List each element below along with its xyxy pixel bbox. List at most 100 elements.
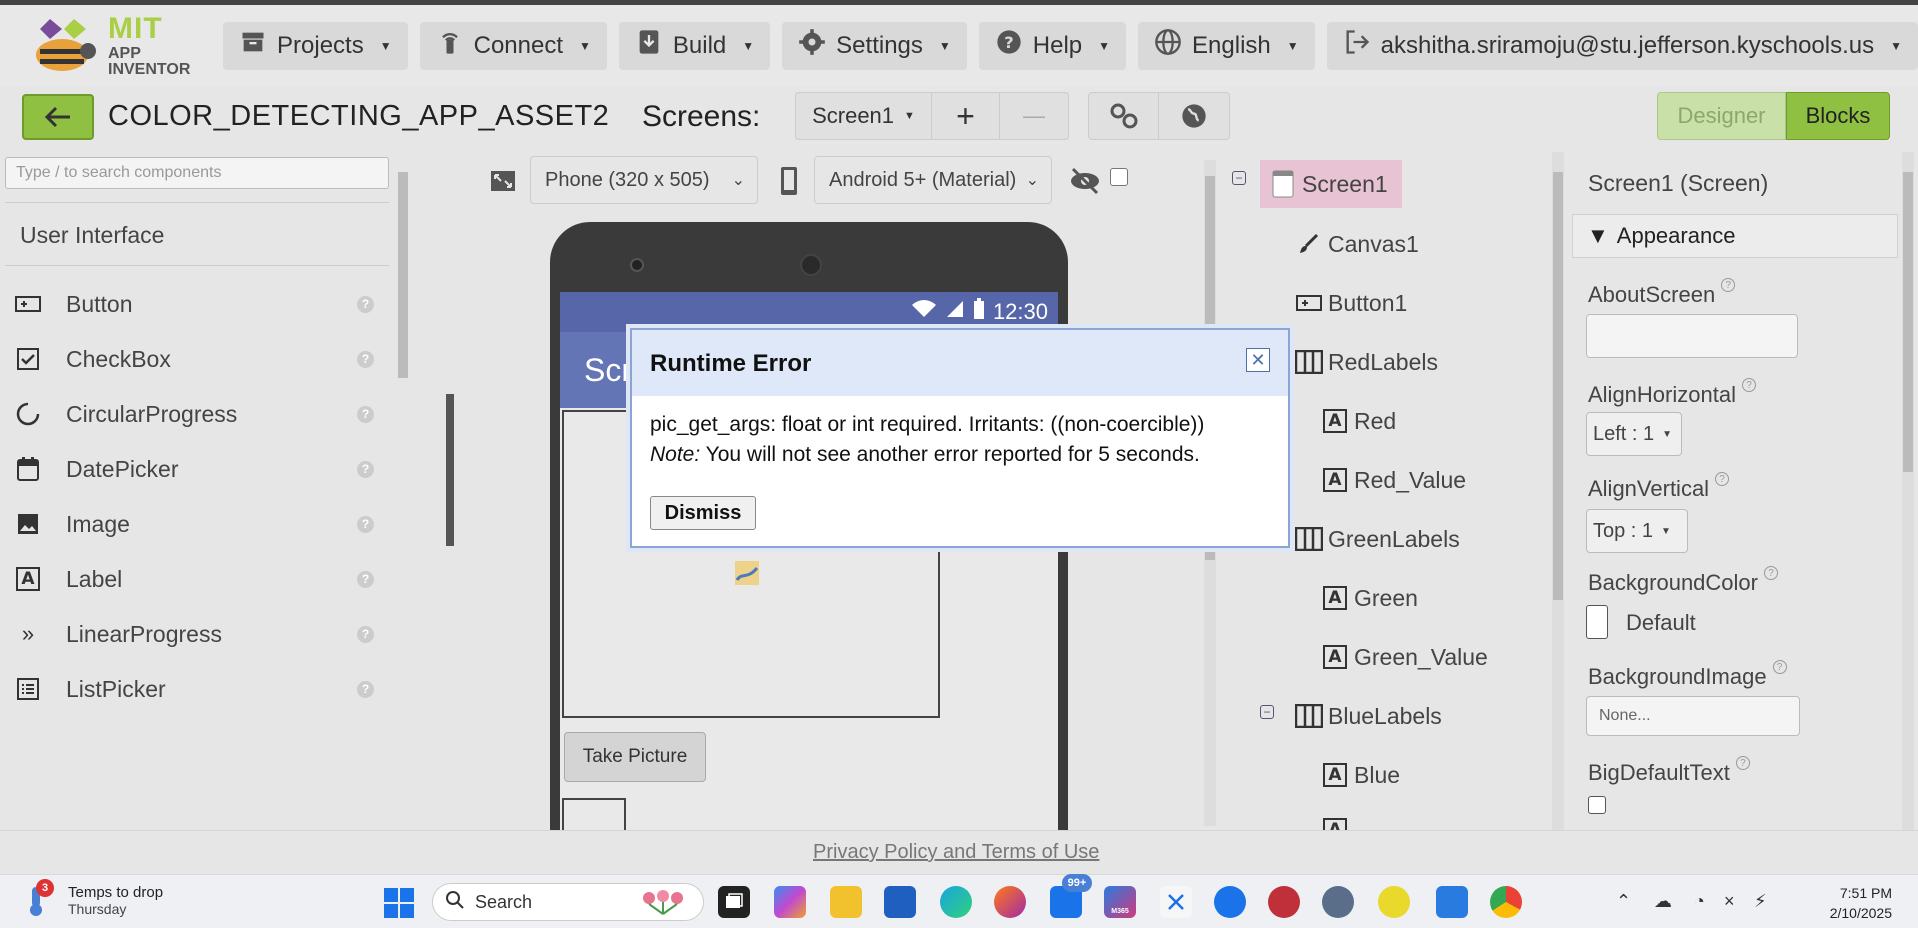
- help-icon[interactable]: ?: [1721, 278, 1736, 292]
- help-icon[interactable]: ?: [357, 625, 374, 643]
- resize-icon[interactable]: [490, 170, 516, 197]
- tree-node-bluelabels[interactable]: BlueLabels: [1294, 696, 1442, 736]
- help-icon[interactable]: ?: [1715, 472, 1730, 486]
- help-icon[interactable]: ?: [357, 515, 374, 533]
- add-screen-button[interactable]: +: [932, 93, 1000, 139]
- help-icon[interactable]: ?: [357, 350, 374, 368]
- screen-dropdown[interactable]: Screen1 ▼: [796, 93, 932, 139]
- eye-slash-icon[interactable]: [1068, 166, 1102, 201]
- projects-menu[interactable]: Projects ▼: [223, 21, 408, 70]
- palette-category-user-interface[interactable]: User Interface: [20, 222, 164, 249]
- tree-node-red-value[interactable]: A Red_Value: [1320, 460, 1466, 500]
- back-button[interactable]: [22, 94, 94, 140]
- preview-button[interactable]: [1159, 93, 1229, 139]
- palette-item-datepicker[interactable]: DatePicker ?: [12, 447, 384, 491]
- build-menu[interactable]: Build ▼: [618, 21, 771, 70]
- privacy-policy-link[interactable]: Privacy Policy and Terms of Use: [813, 841, 1099, 864]
- component-search-input[interactable]: Type / to search components: [5, 157, 389, 189]
- settings-menu[interactable]: Settings ▼: [782, 21, 967, 70]
- collapse-icon[interactable]: −: [1232, 171, 1246, 185]
- chevron-up-icon[interactable]: ⌃: [1616, 891, 1631, 912]
- appearance-section-header[interactable]: ▼ Appearance: [1572, 214, 1898, 258]
- tree-node-label: RedLabels: [1328, 348, 1438, 375]
- tree-node-green[interactable]: A Green: [1320, 578, 1418, 618]
- device-size-dropdown[interactable]: Phone (320 x 505) ⌄: [530, 156, 758, 204]
- background-color-swatch[interactable]: [1586, 605, 1608, 639]
- onedrive-icon[interactable]: ☁: [1654, 891, 1672, 912]
- remove-screen-button[interactable]: —: [1000, 93, 1068, 139]
- take-picture-button[interactable]: Take Picture: [564, 732, 706, 782]
- help-icon[interactable]: ?: [357, 680, 374, 698]
- palette-item-label[interactable]: A Label ?: [12, 557, 384, 601]
- volume-muted-icon[interactable]: ×: [1724, 891, 1735, 912]
- help-icon[interactable]: ?: [1741, 378, 1756, 392]
- help-icon[interactable]: ?: [1735, 756, 1750, 770]
- help-icon[interactable]: ?: [1772, 660, 1787, 674]
- task-view-icon[interactable]: [718, 886, 750, 918]
- project-properties-button[interactable]: [1089, 93, 1159, 139]
- account-menu[interactable]: akshitha.sriramoju@stu.jefferson.kyschoo…: [1326, 21, 1918, 70]
- palette-item-linear-progress[interactable]: » LinearProgress ?: [12, 612, 384, 656]
- about-screen-textarea[interactable]: [1586, 314, 1798, 358]
- tree-node-green-value[interactable]: A Green_Value: [1320, 637, 1488, 677]
- app-inventor-logo[interactable]: MIT APP INVENTOR: [28, 11, 195, 81]
- tree-node-next[interactable]: A: [1320, 810, 1354, 830]
- background-image-picker[interactable]: None...: [1586, 696, 1800, 736]
- arcgis-icon[interactable]: [1268, 886, 1300, 918]
- tree-node-button1[interactable]: Button1: [1294, 283, 1407, 323]
- palette-item-image[interactable]: Image ?: [12, 502, 384, 546]
- todo-check-icon[interactable]: [1378, 886, 1410, 918]
- firefox-icon[interactable]: [994, 886, 1026, 918]
- edge-icon[interactable]: [940, 886, 972, 918]
- close-icon[interactable]: ✕: [1246, 348, 1270, 372]
- palette-item-checkbox[interactable]: CheckBox ?: [12, 337, 384, 381]
- tree-node-greenlabels[interactable]: GreenLabels: [1294, 519, 1460, 559]
- phone-icon[interactable]: [780, 166, 798, 201]
- weather-widget[interactable]: 3 Temps to drop Thursday: [24, 879, 163, 917]
- tree-node-redlabels[interactable]: RedLabels: [1294, 342, 1438, 382]
- connect-menu[interactable]: Connect ▼: [419, 21, 607, 70]
- dismiss-button[interactable]: Dismiss: [650, 496, 756, 530]
- blocks-button[interactable]: Blocks: [1786, 92, 1890, 140]
- help-icon[interactable]: ?: [357, 295, 374, 313]
- align-vertical-dropdown[interactable]: Top : 1 ▼: [1586, 509, 1688, 553]
- palette-item-listpicker[interactable]: ListPicker ?: [12, 667, 384, 711]
- windows-start-icon[interactable]: [384, 888, 414, 923]
- file-explorer-icon[interactable]: [830, 886, 862, 918]
- system-clock[interactable]: 7:51 PM 2/10/2025: [1792, 883, 1892, 923]
- wifi-icon[interactable]: ◔: [1694, 891, 1705, 912]
- m365-icon[interactable]: M365: [1104, 886, 1136, 918]
- help-icon[interactable]: ?: [357, 570, 374, 588]
- theme-dropdown[interactable]: Android 5+ (Material) ⌄: [814, 156, 1052, 204]
- language-menu[interactable]: English ▼: [1138, 21, 1315, 70]
- tree-node-blue[interactable]: A Blue: [1320, 755, 1400, 795]
- designer-button[interactable]: Designer: [1657, 92, 1786, 140]
- palette-item-button[interactable]: Button ?: [12, 282, 384, 326]
- chrome-icon[interactable]: [1490, 886, 1522, 918]
- copilot-icon[interactable]: [774, 886, 806, 918]
- microsoft-store-icon[interactable]: [884, 886, 916, 918]
- snipping-tool-icon[interactable]: [1160, 886, 1192, 918]
- help-icon[interactable]: ?: [357, 405, 374, 423]
- tree-scrollbar-thumb[interactable]: [1553, 172, 1563, 600]
- mail-icon[interactable]: 99+: [1050, 874, 1092, 918]
- help-menu[interactable]: ? Help ▼: [978, 21, 1127, 70]
- properties-scrollbar-thumb[interactable]: [1903, 172, 1913, 472]
- background-color-value[interactable]: Default: [1626, 610, 1696, 636]
- tree-node-canvas1[interactable]: Canvas1: [1294, 224, 1419, 264]
- help-icon[interactable]: ?: [1763, 566, 1778, 580]
- palette-scrollbar-thumb[interactable]: [398, 172, 408, 378]
- big-default-text-checkbox[interactable]: [1588, 796, 1606, 814]
- collapse-icon[interactable]: −: [1260, 705, 1274, 719]
- settings-gear-icon[interactable]: [1322, 886, 1354, 918]
- sync-icon[interactable]: [1214, 886, 1246, 918]
- help-icon[interactable]: ?: [357, 460, 374, 478]
- tree-node-screen1[interactable]: Screen1: [1260, 160, 1402, 208]
- show-hidden-checkbox[interactable]: [1110, 168, 1128, 186]
- align-horizontal-dropdown[interactable]: Left : 1 ▼: [1586, 412, 1682, 456]
- battery-charging-icon[interactable]: ⚡: [1754, 891, 1767, 912]
- taskbar-search-box[interactable]: Search: [432, 883, 704, 921]
- palette-item-circular-progress[interactable]: CircularProgress ?: [12, 392, 384, 436]
- tree-node-red[interactable]: A Red: [1320, 401, 1396, 441]
- notepad-icon[interactable]: [1436, 886, 1468, 918]
